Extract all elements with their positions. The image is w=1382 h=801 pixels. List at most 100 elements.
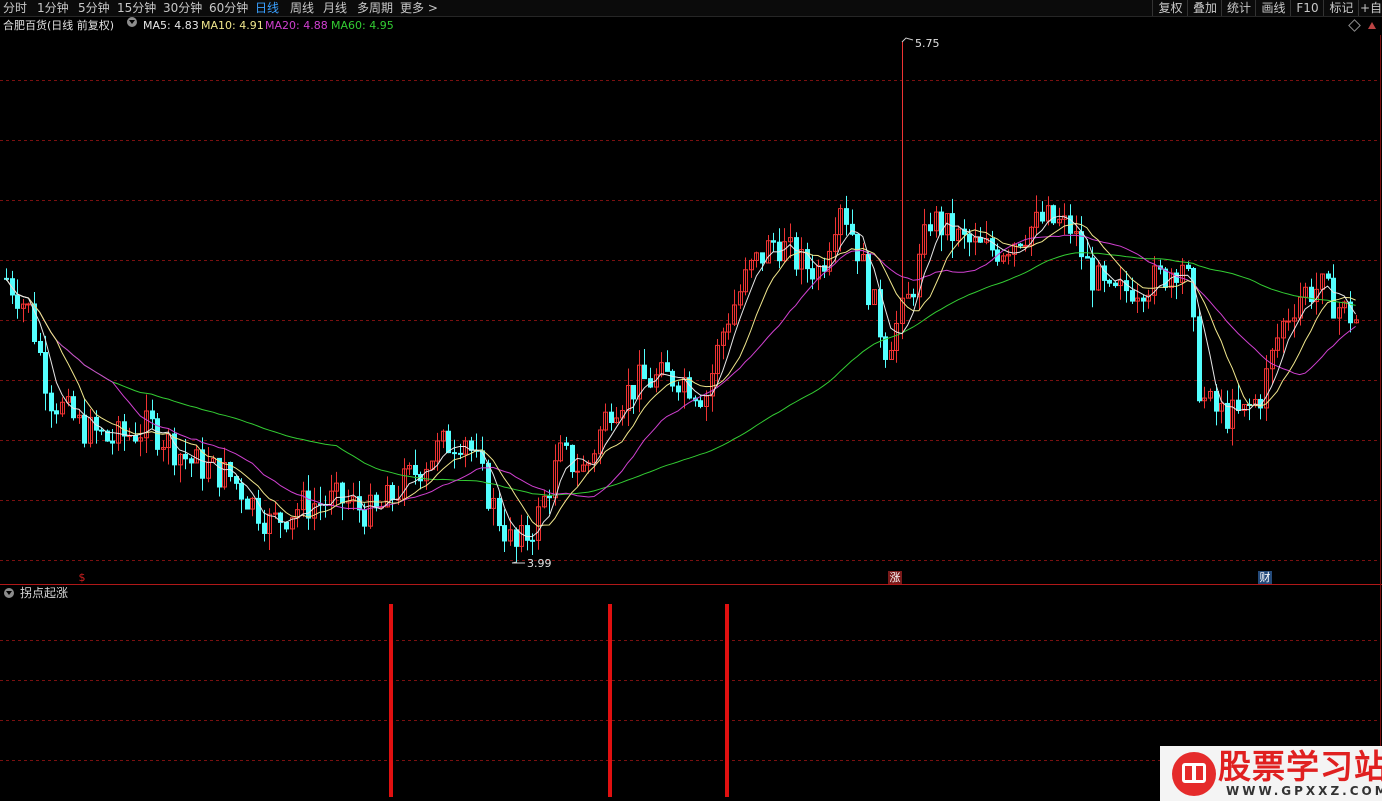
candle-down — [1186, 264, 1191, 269]
candle-down — [866, 254, 871, 306]
indicator-signals — [389, 604, 729, 797]
candle-down — [911, 293, 916, 298]
candle-down — [497, 497, 502, 527]
candle-down — [82, 414, 87, 444]
candle-down — [43, 352, 48, 394]
candle-down — [850, 223, 855, 235]
candle-down — [486, 462, 491, 509]
candle-down — [183, 453, 188, 460]
high-leader-line — [901, 37, 914, 43]
candle-down — [239, 482, 244, 500]
marker-rise[interactable]: 涨 — [888, 571, 902, 584]
signal-bar — [608, 604, 612, 797]
indicator-title: 拐点起涨 — [20, 586, 69, 600]
candles — [4, 42, 1359, 562]
candle-down — [1141, 297, 1146, 302]
candle-down — [452, 452, 457, 455]
book-logo-icon — [1172, 752, 1216, 796]
candle-down — [284, 521, 289, 530]
candle-down — [950, 213, 955, 242]
candle-down — [810, 268, 815, 280]
candle-down — [38, 340, 43, 354]
candle-down — [665, 362, 670, 372]
candle-down — [967, 233, 972, 243]
candle-down — [1225, 402, 1230, 429]
candle-down — [978, 237, 983, 243]
candle-down — [514, 529, 519, 547]
candle-down — [1102, 265, 1107, 281]
candle-down — [1018, 243, 1023, 247]
candle-down — [362, 509, 367, 527]
candle-down — [15, 294, 20, 309]
candle-down — [306, 490, 311, 519]
candle-down — [200, 449, 205, 479]
watermark-title: 股票学习站 — [1218, 747, 1382, 786]
candle-down — [1197, 316, 1202, 402]
candle-down — [390, 484, 395, 501]
candle-down — [1107, 279, 1112, 284]
candle-up — [26, 303, 31, 306]
candle-down — [1090, 257, 1095, 291]
chart-grid — [0, 35, 1382, 801]
candle-down — [133, 435, 138, 442]
candle-down — [99, 429, 104, 432]
candle-down — [698, 400, 703, 407]
candle-down — [189, 458, 194, 464]
candle-down — [1191, 267, 1196, 318]
candle-down — [547, 495, 552, 499]
chevron-down-icon[interactable] — [4, 588, 14, 598]
candle-down — [1113, 282, 1118, 287]
candle-down — [631, 384, 636, 400]
candle-down — [1214, 390, 1219, 412]
candle-down — [760, 252, 765, 264]
marker-dollar[interactable]: $ — [75, 571, 89, 584]
candle-up — [1023, 244, 1028, 247]
candle-down — [256, 497, 261, 524]
high-price-label: 5.75 — [915, 37, 940, 50]
ma-lines — [5, 215, 1357, 538]
candle-down — [1236, 399, 1241, 411]
candle-down — [883, 336, 888, 360]
candle-down — [1174, 272, 1179, 283]
candle-down — [469, 440, 474, 451]
candle-down — [642, 364, 647, 380]
candle-down — [150, 410, 155, 420]
signal-bar — [389, 604, 393, 797]
candle-down — [855, 233, 860, 262]
candle-down — [1130, 290, 1135, 302]
candle-down — [564, 442, 569, 446]
ma5-line — [5, 215, 1357, 538]
candle-down — [530, 539, 535, 542]
candle-up — [1286, 320, 1291, 323]
candle-down — [670, 370, 675, 387]
candle-down — [771, 240, 776, 243]
candle-down — [609, 411, 614, 424]
low-leader-line — [511, 561, 525, 564]
candle-down — [525, 525, 530, 541]
candle-down — [262, 522, 267, 534]
candle-down — [54, 410, 59, 415]
signal-bar — [725, 604, 729, 797]
candle-down — [844, 208, 849, 225]
candle-down — [1309, 286, 1314, 303]
low-price-label: 3.99 — [527, 557, 552, 570]
candle-down — [570, 444, 575, 473]
candle-down — [1051, 205, 1056, 224]
candle-down — [1326, 273, 1331, 279]
candlestick-chart[interactable]: 5.75 3.99 — [0, 0, 1382, 801]
watermark-logo: 股票学习站 WWW.GPXXZ.COM — [1160, 746, 1382, 801]
candle-down — [502, 525, 507, 542]
candle-down — [245, 498, 250, 510]
candle-down — [1331, 277, 1336, 319]
candle-down — [990, 238, 995, 251]
candle-down — [49, 392, 54, 412]
candle-down — [1085, 256, 1090, 259]
marker-finance[interactable]: 财 — [1258, 571, 1272, 584]
watermark-url: WWW.GPXXZ.COM — [1226, 784, 1382, 798]
candle-down — [446, 430, 451, 454]
price-annotations: 5.75 3.99 — [511, 37, 940, 570]
candle-down — [110, 440, 115, 444]
candle-down — [458, 452, 463, 455]
candle-up — [575, 470, 580, 473]
candle-down — [676, 385, 681, 393]
